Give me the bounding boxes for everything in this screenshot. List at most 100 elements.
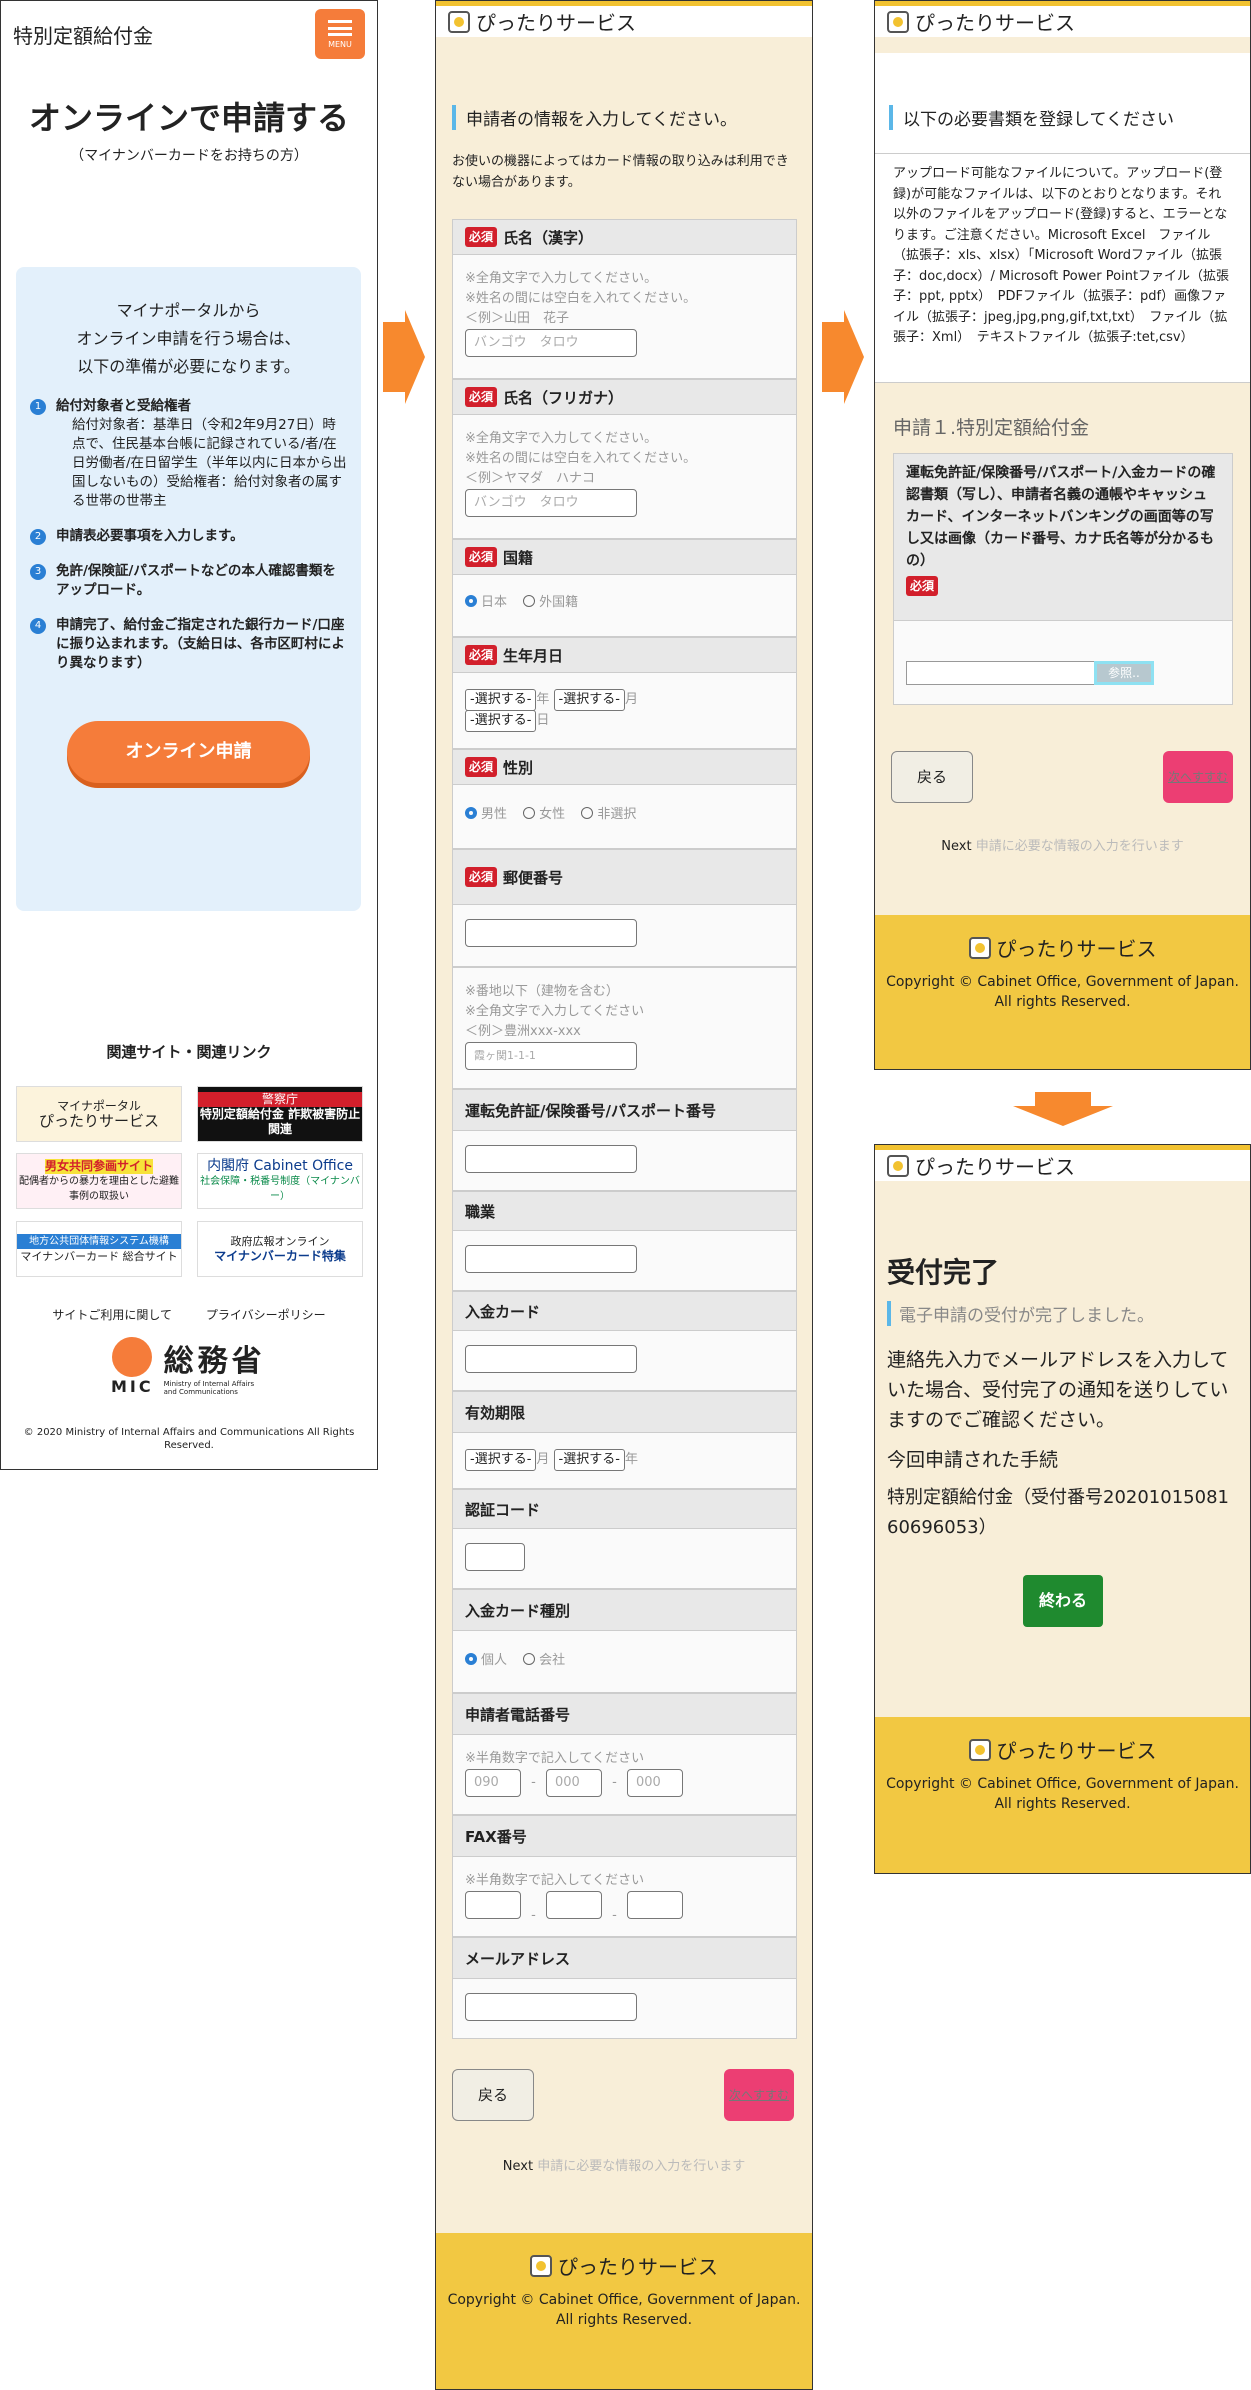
step-number-icon: 2: [30, 529, 46, 545]
radio-personal[interactable]: [465, 1653, 477, 1665]
address-body: ※番地以下（建物を含む） ※全角文字で入力してください ＜例＞豊洲xxx-xxx 霞…: [452, 967, 797, 1089]
name-kanji-body: ※全角文字で入力してください。 ※姓名の間には空白を入れてください。 ＜例＞山田 花…: [452, 255, 797, 379]
flow-arrow-down-icon: [1013, 1092, 1113, 1126]
card-body: [452, 1331, 797, 1391]
address-input[interactable]: 霞ヶ関1-1-1: [465, 1042, 637, 1070]
birthdate-label: 必須 生年月日: [452, 637, 797, 673]
banner-cabinet-office[interactable]: 内閣府 Cabinet Office 社会保障・税番号制度（マイナンバー）: [197, 1153, 363, 1209]
section-title: 以下の必要書類を登録してください: [889, 105, 1174, 130]
fax-part-2-input[interactable]: [545, 1891, 602, 1919]
step-number-icon: 4: [30, 618, 46, 634]
service-header: ぴったりサービス: [436, 1, 812, 37]
auth-code-label: 認証コード: [452, 1489, 797, 1529]
postal-input[interactable]: [465, 919, 637, 947]
hamburger-icon: [328, 19, 352, 36]
card-number-input[interactable]: [465, 1345, 637, 1373]
step-1: 1 給付対象者と受給権者 給付対象者：基準日（令和2年9月27日）時点で、住民基本…: [30, 397, 347, 511]
radio-foreign[interactable]: [523, 595, 536, 607]
service-header: ぴったりサービス: [875, 1145, 1250, 1181]
card-type-label: 入金カード種別: [452, 1589, 797, 1631]
page-title: オンラインで申請する: [28, 99, 349, 137]
service-copyright: Copyright © Cabinet Office, Government o…: [886, 974, 1239, 1010]
phone-label: 申請者電話番号: [452, 1693, 797, 1735]
pittari-logo-icon: [887, 10, 909, 33]
card-type-body: 個人 会社: [452, 1631, 797, 1693]
phone-part-3-input[interactable]: 000: [626, 1769, 683, 1797]
complete-subtitle: 電子申請の受付が完了しました。: [887, 1301, 1154, 1326]
pittari-logo-icon: [968, 936, 991, 959]
phone-body: ※半角数字で記入してください 090 - 000 - 000: [452, 1735, 797, 1815]
birth-month-select[interactable]: -選択する-: [553, 689, 625, 711]
expiry-body: -選択する- 月 -選択する- 年: [452, 1433, 797, 1489]
name-kana-body: ※全角文字で入力してください。 ※姓名の間には空白を入れてください。 ＜例＞ヤマダ …: [452, 415, 797, 539]
flow-arrow-icon: [822, 310, 864, 404]
step-4: 4 申請完了、給付金ご指定された銀行カード/口座に振り込まれます。（支給日は、各…: [30, 616, 347, 673]
back-button[interactable]: 戻る: [891, 751, 973, 803]
copyright: © 2020 Ministry of Internal Affairs and …: [23, 1427, 355, 1451]
procedure-value: 特別定額給付金（受付番号2020101508160696053）: [887, 1487, 1229, 1538]
birth-day-select[interactable]: -選択する-: [465, 710, 537, 732]
finish-button[interactable]: 終わる: [1023, 1575, 1103, 1627]
postal-body: [452, 905, 797, 967]
phone-part-2-input[interactable]: 000: [545, 1769, 602, 1797]
complete-message: 連絡先入力でメールアドレスを入力していた場合、受付完了の通知を送りしていますので…: [887, 1349, 1229, 1431]
fax-body: ※半角数字で記入してください - -: [452, 1857, 797, 1937]
expiry-year-select[interactable]: -選択する-: [553, 1449, 625, 1471]
file-upload-row: 参照..: [893, 621, 1233, 705]
auth-code-body: [452, 1529, 797, 1589]
radio-male[interactable]: [465, 807, 477, 819]
radio-unselected[interactable]: [581, 807, 594, 819]
pittari-logo-icon: [448, 10, 470, 33]
pittari-logo-icon: [530, 2254, 552, 2277]
banner-gender-equality[interactable]: 男女共同参画サイト 配偶者からの暴力を理由とした避難事例の取扱い: [16, 1153, 182, 1209]
terms-link[interactable]: サイトご利用に関して: [52, 1308, 172, 1322]
privacy-link[interactable]: プライバシーポリシー: [206, 1308, 326, 1322]
email-input[interactable]: [465, 1993, 637, 2021]
step-2: 2 申請表必要事項を入力します。: [30, 527, 347, 546]
nationality-body: 日本 外国籍: [452, 575, 797, 637]
occupation-input[interactable]: [465, 1245, 637, 1273]
footer-links: サイトご利用に関して プライバシーポリシー: [1, 1306, 377, 1323]
service-header: ぴったりサービス: [875, 1, 1250, 37]
name-kana-input[interactable]: バンゴウ タロウ: [465, 489, 637, 517]
site-header: 特別定額給付金 MENU: [1, 1, 377, 67]
banner-pittari[interactable]: マイナポータル ぴったりサービス: [16, 1086, 182, 1142]
banner-mynumber-card[interactable]: 地方公共団体情報システム機構 マイナンバーカード 総合サイト: [16, 1221, 182, 1277]
name-kana-label: 必須 氏名（フリガナ）: [452, 379, 797, 415]
next-button[interactable]: 次へすすむ: [724, 2069, 794, 2121]
banner-police[interactable]: 警察庁 特別定額給付金 詐欺被害防止関連: [197, 1086, 363, 1142]
menu-label: MENU: [328, 39, 352, 49]
card-label: 入金カード: [452, 1291, 797, 1331]
browse-button[interactable]: 参照..: [1094, 661, 1154, 685]
complete-title: 受付完了: [887, 1256, 1000, 1289]
service-footer: ぴったりサービス Copyright © Cabinet Office, Gov…: [875, 915, 1250, 1069]
online-apply-button[interactable]: オンライン申請: [67, 721, 310, 783]
radio-female[interactable]: [523, 807, 536, 819]
radio-japan[interactable]: [465, 595, 477, 607]
next-button[interactable]: 次へすすむ: [1163, 751, 1233, 803]
nationality-label: 必須 国籍: [452, 539, 797, 575]
pittari-logo-icon: [887, 1154, 909, 1177]
expiry-month-select[interactable]: -選択する-: [465, 1449, 537, 1471]
fax-part-3-input[interactable]: [626, 1891, 683, 1919]
email-body: [452, 1979, 797, 2039]
banner-gov-online[interactable]: 政府広報オンライン マイナンバーカード特集: [197, 1221, 363, 1277]
file-path-input[interactable]: [906, 661, 1096, 685]
flow-arrow-icon: [383, 310, 425, 404]
phone-part-1-input[interactable]: 090: [465, 1769, 521, 1797]
auth-code-input[interactable]: [465, 1543, 525, 1571]
radio-company[interactable]: [523, 1653, 536, 1665]
menu-button[interactable]: MENU: [315, 9, 365, 59]
service-copyright: Copyright © Cabinet Office, Government o…: [447, 2292, 801, 2328]
license-input[interactable]: [465, 1145, 637, 1173]
name-kanji-input[interactable]: バンゴウ タロウ: [465, 329, 637, 357]
expiry-label: 有効期限: [452, 1391, 797, 1433]
step-number-icon: 1: [30, 399, 46, 415]
name-kanji-label: 必須 氏名（漢字）: [452, 219, 797, 255]
back-button[interactable]: 戻る: [452, 2069, 534, 2121]
birth-year-select[interactable]: -選択する-: [465, 689, 537, 711]
gender-body: 男性 女性 非選択: [452, 785, 797, 849]
panel-complete: ぴったりサービス 受付完了 電子申請の受付が完了しました。 連絡先入力でメールア…: [874, 1144, 1251, 1874]
license-label: 運転免許証/保険番号/パスポート番号: [452, 1089, 797, 1131]
fax-part-1-input[interactable]: [465, 1891, 521, 1919]
